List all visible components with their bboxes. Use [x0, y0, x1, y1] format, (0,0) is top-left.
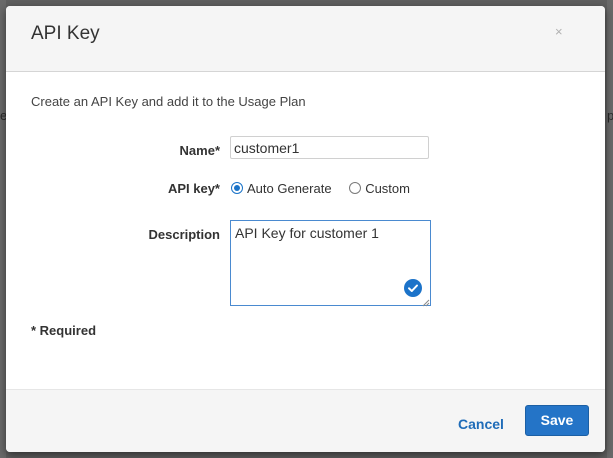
custom-option[interactable]: Custom — [349, 180, 410, 196]
dialog-title: API Key — [31, 23, 100, 44]
dialog-footer: Cancel Save — [6, 389, 605, 452]
checkmark-badge-icon — [404, 279, 422, 297]
api-key-dialog: API Key × Create an API Key and add it t… — [6, 6, 605, 452]
custom-radio[interactable] — [349, 182, 362, 195]
custom-label: Custom — [365, 180, 410, 196]
resize-grip-icon[interactable] — [422, 294, 430, 307]
api-key-radio-group: Auto Generate Custom — [231, 179, 424, 196]
name-input[interactable]: customer1 — [230, 136, 429, 159]
auto-generate-label: Auto Generate — [247, 180, 332, 196]
save-button[interactable]: Save — [525, 405, 589, 436]
close-icon[interactable]: × — [555, 24, 563, 39]
auto-generate-radio[interactable] — [231, 182, 243, 195]
required-note: * Required — [31, 323, 97, 338]
dialog-header: API Key × — [6, 6, 605, 72]
cancel-button[interactable]: Cancel — [458, 416, 504, 432]
background-page-right — [607, 0, 613, 458]
description-label: Description — [148, 227, 220, 242]
name-label: Name* — [179, 143, 220, 158]
description-textarea[interactable]: API Key for customer 1 — [230, 220, 431, 306]
dialog-intro-text: Create an API Key and add it to the Usag… — [31, 94, 306, 109]
api-key-label: API key* — [167, 181, 220, 196]
auto-generate-option[interactable]: Auto Generate — [231, 180, 332, 196]
background-text-right: po — [607, 108, 613, 123]
